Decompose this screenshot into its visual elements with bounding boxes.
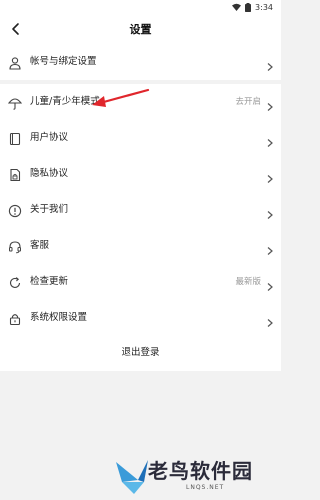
book-icon — [8, 131, 22, 146]
page-title: 设置 — [129, 23, 152, 36]
lock-icon — [8, 311, 22, 326]
settings-item-label: 系统权限设置 — [30, 312, 88, 323]
chevron-right-icon — [265, 205, 275, 219]
wifi-icon — [232, 3, 242, 11]
chevron-right-icon — [265, 241, 275, 255]
settings-item-privacy-agreement[interactable]: 隐私协议 — [0, 156, 281, 192]
settings-item-label: 检查更新 — [30, 276, 69, 287]
settings-item-label: 关于我们 — [30, 204, 69, 215]
headset-icon — [8, 239, 22, 254]
settings-item-label: 用户协议 — [30, 132, 69, 143]
info-icon — [8, 203, 22, 218]
watermark-text: 老鸟软件园 — [148, 459, 253, 483]
lock-doc-icon — [8, 167, 22, 182]
settings-item-account-binding[interactable]: 帐号与绑定设置 — [0, 44, 281, 80]
watermark-subtext: LNQS.NET — [186, 484, 225, 491]
settings-item-label: 客服 — [30, 240, 50, 251]
settings-group-account: 帐号与绑定设置 — [0, 44, 281, 80]
settings-item-value: 最新版 — [235, 277, 261, 287]
chevron-right-icon — [265, 313, 275, 327]
settings-item-about-us[interactable]: 关于我们 — [0, 192, 281, 228]
settings-item-system-permissions[interactable]: 系统权限设置 — [0, 300, 281, 336]
app-header: 设置 — [0, 14, 281, 44]
settings-item-value: 去开启 — [235, 97, 261, 107]
person-icon — [8, 55, 22, 70]
settings-item-check-update[interactable]: 检查更新 最新版 — [0, 264, 281, 300]
chevron-right-icon — [265, 169, 275, 183]
settings-item-customer-service[interactable]: 客服 — [0, 228, 281, 264]
status-bar: 3:34 — [0, 0, 281, 14]
settings-item-label: 帐号与绑定设置 — [30, 56, 97, 67]
chevron-right-icon — [265, 97, 275, 111]
battery-icon — [245, 2, 252, 12]
refresh-icon — [8, 275, 22, 289]
logout-button[interactable]: 退出登录 — [0, 335, 281, 371]
annotation-arrow-icon — [92, 88, 150, 107]
settings-group-main: 儿童/青少年模式 去开启 用户协议 隐私协议 关于我们 客服 检查更新 最新版 … — [0, 84, 281, 336]
settings-item-user-agreement[interactable]: 用户协议 — [0, 120, 281, 156]
status-time: 3:34 — [255, 2, 273, 12]
chevron-right-icon — [265, 133, 275, 147]
chevron-right-icon — [265, 57, 275, 71]
settings-item-label: 隐私协议 — [30, 168, 69, 179]
umbrella-icon — [7, 95, 23, 110]
chevron-right-icon — [265, 277, 275, 291]
